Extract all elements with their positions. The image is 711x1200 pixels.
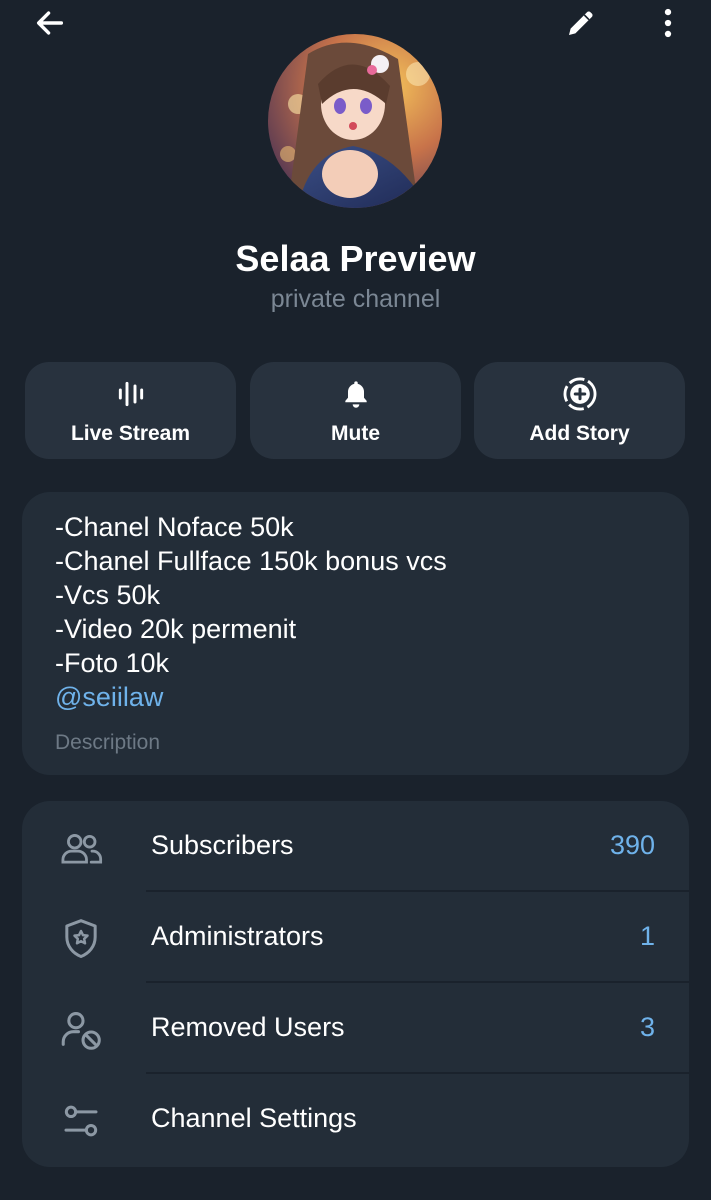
username-link[interactable]: @seiilaw (55, 682, 163, 713)
description-line: -Chanel Fullface 150k bonus vcs (55, 546, 447, 576)
description-line: -Chanel Noface 50k (55, 512, 294, 542)
description-card: -Chanel Noface 50k -Chanel Fullface 150k… (22, 492, 689, 775)
channel-info-screen: Selaa Preview private channel Live Strea… (0, 0, 711, 1200)
shield-star-icon (65, 919, 97, 958)
removed-users-count: 3 (639, 1012, 655, 1042)
users-icon (61, 834, 103, 864)
subscribers-count: 390 (609, 830, 655, 860)
back-button[interactable] (22, 0, 78, 46)
arrow-left-icon (36, 11, 64, 35)
sliders-icon (64, 1105, 98, 1137)
administrators-count: 1 (639, 921, 655, 951)
administrators-row[interactable]: Administrators 1 (22, 892, 689, 983)
avatar-image (268, 34, 442, 208)
mute-button[interactable]: Mute (250, 362, 461, 459)
add-story-label: Add Story (529, 422, 630, 445)
pencil-icon (569, 11, 593, 35)
administrators-label: Administrators (151, 921, 324, 951)
user-blocked-icon (61, 1012, 101, 1050)
live-stream-button[interactable]: Live Stream (25, 362, 236, 459)
edit-button[interactable] (553, 0, 609, 46)
live-stream-icon (118, 381, 143, 407)
mute-label: Mute (331, 422, 380, 445)
description-line: -Video 20k permenit (55, 614, 297, 644)
channel-settings-row[interactable]: Channel Settings (22, 1074, 689, 1165)
channel-avatar[interactable] (268, 34, 442, 208)
channel-settings-label: Channel Settings (151, 1103, 357, 1133)
channel-type: private channel (270, 285, 441, 313)
subscribers-label: Subscribers (151, 830, 294, 860)
add-story-icon (563, 377, 596, 411)
description-caption: Description (55, 731, 161, 754)
subscribers-row[interactable]: Subscribers 390 (22, 801, 689, 892)
description-line: -Vcs 50k (55, 580, 161, 610)
channel-info-list: Subscribers 390 Administrators 1 Removed… (22, 801, 689, 1167)
live-stream-label: Live Stream (70, 422, 191, 445)
bell-icon (344, 381, 367, 408)
more-vertical-icon (664, 8, 672, 38)
add-story-button[interactable]: Add Story (474, 362, 685, 459)
description-line: -Foto 10k (55, 648, 170, 678)
channel-title: Selaa Preview (235, 238, 476, 279)
more-options-button[interactable] (640, 0, 696, 46)
removed-users-row[interactable]: Removed Users 3 (22, 983, 689, 1074)
removed-users-label: Removed Users (151, 1012, 345, 1042)
